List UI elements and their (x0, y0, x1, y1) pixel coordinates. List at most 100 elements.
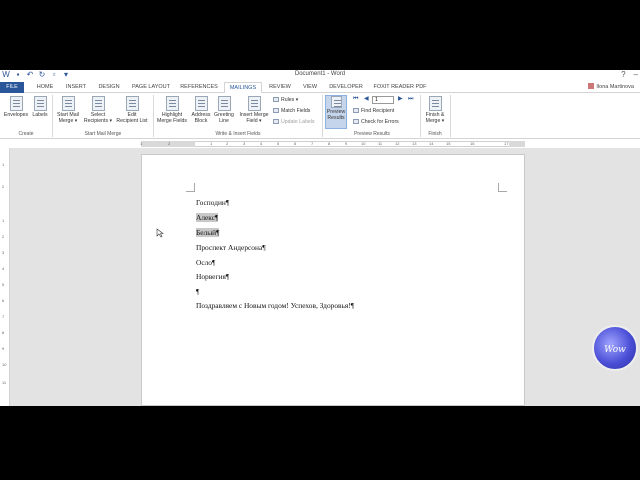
envelope-icon (9, 96, 23, 111)
ruler-right-margin (509, 141, 525, 147)
record-number-input[interactable]: 1 (372, 96, 394, 104)
margin-corner-mark (186, 183, 195, 192)
tab-file[interactable]: FILE (0, 82, 24, 93)
match-fields-button[interactable]: Match Fields (273, 108, 310, 114)
ribbon-divider (52, 95, 53, 137)
tab-review[interactable]: REVIEW (266, 83, 294, 93)
preview-results-button[interactable]: Preview Results (325, 95, 347, 129)
merge-field[interactable]: Алекс¶ (196, 213, 219, 222)
next-record-icon[interactable]: ▶ (398, 96, 403, 103)
ribbon-divider (153, 95, 154, 137)
finish-merge-icon (428, 96, 442, 111)
labels-button[interactable]: Labels (30, 96, 50, 118)
ruler-label: 1 (140, 141, 143, 146)
find-recipient-button[interactable]: Find Recipient (353, 108, 394, 114)
update-labels-icon (273, 119, 279, 124)
user-name: Ilona Martinova (596, 84, 634, 90)
check-errors-icon (353, 119, 359, 124)
ruler-label: 11 (378, 141, 383, 146)
recipients-icon (91, 96, 105, 111)
check-for-errors-button[interactable]: Check for Errors (353, 119, 399, 125)
tab-foxit-reader-pdf[interactable]: FOXIT READER PDF (370, 83, 430, 93)
empty-paragraph: ¶ (196, 287, 200, 296)
insert-field-icon (247, 96, 261, 111)
update-labels-button[interactable]: Update Labels (273, 119, 314, 125)
merge-field[interactable]: Белый¶ (196, 228, 220, 237)
ruler-label: 5 (277, 141, 280, 146)
ruler-label: 9 (2, 346, 5, 351)
ribbon-divider (322, 95, 323, 137)
tab-design[interactable]: DESIGN (94, 83, 124, 93)
document-workspace: 1 2 1 2 3 4 5 6 7 8 9 10 11 Господин¶ Ал… (0, 148, 640, 406)
tab-developer[interactable]: DEVELOPER (326, 83, 366, 93)
group-create: Create (18, 131, 34, 137)
tab-insert[interactable]: INSERT (63, 83, 89, 93)
title-bar: W ▪ ↶ ↻ ▫ ▾ Document1 - Word ? – (0, 70, 640, 82)
ruler-label: 6 (2, 298, 5, 303)
previous-record-icon[interactable]: ◀ (364, 96, 369, 103)
start-mail-merge-button[interactable]: Start Mail Merge ▾ (54, 96, 82, 124)
address-line: Проспект Андерсона¶ (196, 243, 266, 252)
highlight-icon (165, 96, 179, 111)
group-preview-results: Preview Results (354, 131, 390, 137)
tab-page-layout[interactable]: PAGE LAYOUT (129, 83, 173, 93)
ruler-label: 2 (2, 234, 5, 239)
tab-references[interactable]: REFERENCES (178, 83, 220, 93)
ruler-label: 2 (226, 141, 229, 146)
first-record-icon[interactable]: ⏮ (353, 96, 358, 103)
city-line: Осло¶ (196, 258, 216, 267)
match-fields-icon (273, 108, 279, 113)
horizontal-ruler[interactable]: 1 2 1 2 3 4 5 6 7 8 9 10 11 12 13 14 15 … (0, 140, 640, 148)
insert-merge-field-button[interactable]: Insert Merge Field ▾ (236, 96, 272, 124)
avatar (588, 83, 595, 89)
country-line: Норвегия¶ (196, 272, 230, 281)
ruler-label: 7 (2, 314, 5, 319)
address-block-icon (194, 96, 208, 111)
ruler-label: 1 (210, 141, 213, 146)
tab-view[interactable]: VIEW (298, 83, 322, 93)
last-record-icon[interactable]: ⏭ (408, 96, 413, 103)
envelopes-button[interactable]: Envelopes (2, 96, 30, 118)
last-name-field-line[interactable]: Белый¶ (196, 228, 220, 237)
minimize-icon[interactable]: – (634, 70, 638, 79)
ruler-label: 4 (2, 266, 5, 271)
ribbon-tabs: FILE HOME INSERT DESIGN PAGE LAYOUT REFE… (0, 82, 640, 94)
ruler-label: 10 (2, 362, 7, 367)
vertical-ruler[interactable]: 1 2 1 2 3 4 5 6 7 8 9 10 11 (0, 148, 10, 406)
ruler-label: 13 (412, 141, 417, 146)
highlight-merge-fields-button[interactable]: Highlight Merge Fields (155, 96, 189, 124)
edit-recipient-list-button[interactable]: Edit Recipient List (114, 96, 150, 124)
help-icon[interactable]: ? (621, 70, 625, 79)
ruler-label: 16 (470, 141, 475, 146)
rules-button[interactable]: Rules ▾ (273, 97, 298, 103)
word-window: W ▪ ↶ ↻ ▫ ▾ Document1 - Word ? – FILE HO… (0, 70, 640, 406)
ruler-label: 1 (2, 162, 5, 167)
ruler-label: 4 (260, 141, 263, 146)
ribbon-divider (420, 95, 421, 137)
finish-merge-button[interactable]: Finish & Merge ▾ (422, 96, 448, 124)
ruler-label: 14 (429, 141, 434, 146)
tab-home[interactable]: HOME (32, 83, 58, 93)
greeting-line-button[interactable]: Greeting Line (212, 96, 236, 124)
ruler-label: 7 (311, 141, 314, 146)
user-account[interactable]: Ilona Martinova (588, 83, 634, 92)
select-recipients-button[interactable]: Select Recipients ▾ (83, 96, 113, 124)
window-controls: ? – (621, 70, 638, 79)
address-block-button[interactable]: Address Block (190, 96, 212, 124)
group-write-insert-fields: Write & Insert Fields (215, 131, 261, 137)
ruler-label: 12 (395, 141, 400, 146)
group-finish: Finish (428, 131, 442, 137)
group-start-mail-merge: Start Mail Merge (84, 131, 122, 137)
rules-icon (273, 97, 279, 102)
mouse-pointer-icon (156, 228, 164, 238)
greeting-message-line: Поздравляем с Новым годом! Успехов, Здор… (196, 301, 355, 310)
first-name-field-line[interactable]: Алекс¶ (196, 213, 219, 222)
find-recipient-icon (353, 108, 359, 113)
edit-list-icon (125, 96, 139, 111)
ruler-label: 15 (446, 141, 451, 146)
ribbon-divider (450, 95, 451, 137)
document-page[interactable]: Господин¶ Алекс¶ Белый¶ Проспект Андерсо… (141, 154, 525, 406)
ruler-label: 2 (2, 184, 5, 189)
ruler-label: 3 (2, 250, 5, 255)
ruler-label: 9 (345, 141, 348, 146)
